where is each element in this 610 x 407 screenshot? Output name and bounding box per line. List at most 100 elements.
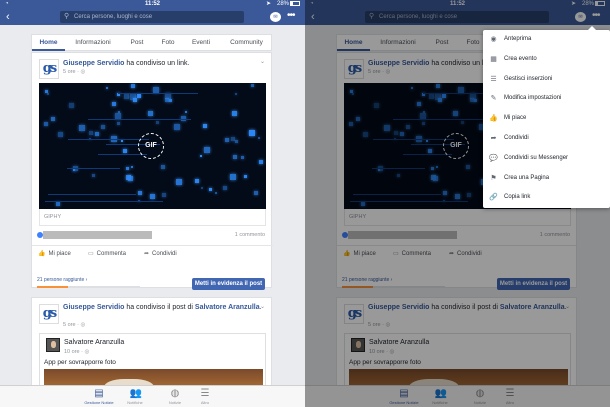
glow-dot — [128, 175, 134, 181]
glow-dot — [124, 93, 130, 99]
tab-photos[interactable]: Foto — [156, 35, 180, 51]
glow-dot — [130, 166, 133, 169]
comment-count[interactable]: 1 commento — [235, 232, 265, 238]
post-card: gs Giuseppe Servidio ha condiviso un lin… — [31, 52, 273, 290]
menu-item-manage-ads[interactable]: ☰ Gestisci inserzioni — [483, 70, 610, 90]
post-time: 5 ore · ◎ — [63, 69, 85, 75]
menu-item-create-event[interactable]: ▦ Crea evento — [483, 50, 610, 70]
shared-post-author[interactable]: Salvatore Aranzulla — [64, 339, 124, 346]
link-source[interactable]: GIPHY — [39, 209, 266, 226]
chevron-down-icon[interactable]: ⌄ — [260, 303, 265, 310]
page-logo-avatar[interactable]: gs — [39, 59, 59, 79]
tab-label: Gestione Notizie — [84, 400, 114, 405]
glow-dot — [437, 97, 442, 102]
chevron-down-icon[interactable]: ⌄ — [565, 303, 570, 310]
tab-notifications[interactable]: 👥 Notifiche — [420, 388, 460, 405]
glow-dot — [232, 111, 238, 117]
messenger-icon[interactable]: ✉ — [575, 12, 586, 22]
battery-percent: 28% — [581, 1, 594, 7]
glow-dot — [427, 148, 432, 153]
share-button[interactable]: ➦ Condividi — [449, 250, 482, 257]
people-reached[interactable]: 21 persone raggiunte › — [342, 277, 392, 283]
post-author[interactable]: Giuseppe Servidio — [368, 60, 429, 67]
menu-item-like[interactable]: 👍 Mi piace — [483, 109, 610, 129]
tab-photos[interactable]: Foto — [461, 35, 485, 51]
gif-play-badge[interactable]: GIF — [443, 133, 469, 159]
tab-notifications[interactable]: 👥 Notifiche — [115, 388, 155, 405]
menu-item-create-page[interactable]: ⚑ Crea una Pagina — [483, 169, 610, 189]
glow-dot — [442, 190, 447, 195]
glow-dot — [215, 192, 218, 195]
tab-label: Notizie — [168, 400, 182, 405]
comment-count[interactable]: 1 commento — [540, 232, 570, 238]
location-icon: ➤ — [570, 1, 576, 7]
back-arrow-icon[interactable]: ‹ — [311, 10, 315, 24]
glow-dot — [117, 111, 120, 114]
tab-posts[interactable]: Post — [429, 35, 455, 51]
glow-dot — [378, 169, 381, 172]
boost-post-button[interactable]: Metti in evidenza il post — [497, 278, 570, 290]
post-time: 5 ore · ◎ — [368, 69, 390, 75]
tab-home[interactable]: Home — [337, 35, 370, 51]
like-button[interactable]: 👍 Mi piace — [343, 250, 376, 257]
people-reached[interactable]: 21 persone raggiunte › — [37, 277, 87, 283]
tab-more[interactable]: ☰ Altro — [490, 388, 530, 405]
avatar[interactable] — [351, 338, 365, 352]
comment-button[interactable]: ▭ Commenta — [393, 250, 431, 257]
shared-post-author[interactable]: Salvatore Aranzulla — [369, 339, 429, 346]
share-button[interactable]: ➦ Condividi — [144, 250, 177, 257]
more-menu-button[interactable]: ••• — [592, 9, 600, 23]
avatar[interactable] — [46, 338, 60, 352]
tab-community[interactable]: Community — [224, 35, 269, 51]
tab-news-management[interactable]: ▤ Gestione Notizie — [79, 388, 119, 405]
post-author[interactable]: Giuseppe Servidio — [368, 304, 429, 311]
tab-news-management[interactable]: ▤ Gestione Notizie — [384, 388, 424, 405]
circuit-line — [393, 118, 496, 120]
menu-item-label: Gestisci inserzioni — [504, 75, 553, 82]
page-logo-avatar[interactable]: gs — [344, 59, 364, 79]
top-nav-bar: ‹ ⚲ Cerca persone, luoghi e cose ✉ ••• — [0, 9, 305, 25]
glow-dot — [58, 132, 64, 138]
search-input[interactable]: ⚲ Cerca persone, luoghi e cose — [365, 11, 549, 23]
tab-info[interactable]: Informazioni — [375, 35, 421, 51]
boost-post-button[interactable]: Metti in evidenza il post — [192, 278, 265, 290]
page-logo-avatar[interactable]: gs — [39, 304, 59, 324]
link-icon: 🔗 — [489, 194, 498, 202]
glow-dot — [136, 93, 141, 98]
menu-item-share[interactable]: ➦ Condividi — [483, 129, 610, 149]
tab-posts[interactable]: Post — [124, 35, 150, 51]
post-author[interactable]: Giuseppe Servidio — [63, 60, 124, 67]
eye-icon: ◉ — [490, 36, 497, 43]
post-author[interactable]: Giuseppe Servidio — [63, 304, 124, 311]
menu-item-edit-settings[interactable]: ✎ Modifica impostazioni — [483, 89, 610, 109]
glow-dot — [156, 121, 160, 125]
back-arrow-icon[interactable]: ‹ — [6, 10, 10, 24]
more-menu-button[interactable]: ••• — [287, 9, 295, 23]
chevron-down-icon[interactable]: ⌄ — [260, 58, 265, 65]
messenger-icon[interactable]: ✉ — [270, 12, 281, 22]
comment-button[interactable]: ▭ Commenta — [88, 250, 126, 257]
menu-item-preview[interactable]: ◉ Anteprima — [483, 30, 610, 50]
shared-post-time: 10 ore · ◎ — [64, 349, 89, 355]
tab-info[interactable]: Informazioni — [70, 35, 116, 51]
tab-home[interactable]: Home — [32, 35, 65, 51]
page-logo-avatar[interactable]: gs — [344, 304, 364, 324]
thumbs-up-icon: 👍 — [343, 251, 351, 257]
circuit-line — [350, 201, 468, 203]
menu-item-share-messenger[interactable]: 💬 Condividi su Messenger — [483, 149, 610, 169]
share-icon: ➦ — [144, 251, 150, 257]
gif-play-badge[interactable]: GIF — [138, 133, 164, 159]
tab-more[interactable]: ☰ Altro — [185, 388, 225, 405]
search-input[interactable]: ⚲ Cerca persone, luoghi e cose — [60, 11, 244, 23]
tab-events[interactable]: Eventi — [186, 35, 216, 51]
page-feed: Home Informazioni Post Foto Eventi Commu… — [0, 25, 305, 404]
gif-preview[interactable]: GIF — [39, 83, 266, 209]
shared-author[interactable]: Salvatore Aranzulla — [500, 304, 565, 311]
link-source[interactable]: GIPHY — [344, 209, 571, 226]
post-title: Giuseppe Servidio ha condiviso il post d… — [368, 303, 573, 312]
globe-icon: ◎ — [389, 349, 395, 355]
like-button[interactable]: 👍 Mi piace — [38, 250, 71, 257]
shared-author[interactable]: Salvatore Aranzulla — [195, 304, 260, 311]
status-time: 11:52 — [449, 1, 465, 7]
menu-item-copy-link[interactable]: 🔗 Copia link — [483, 188, 610, 208]
